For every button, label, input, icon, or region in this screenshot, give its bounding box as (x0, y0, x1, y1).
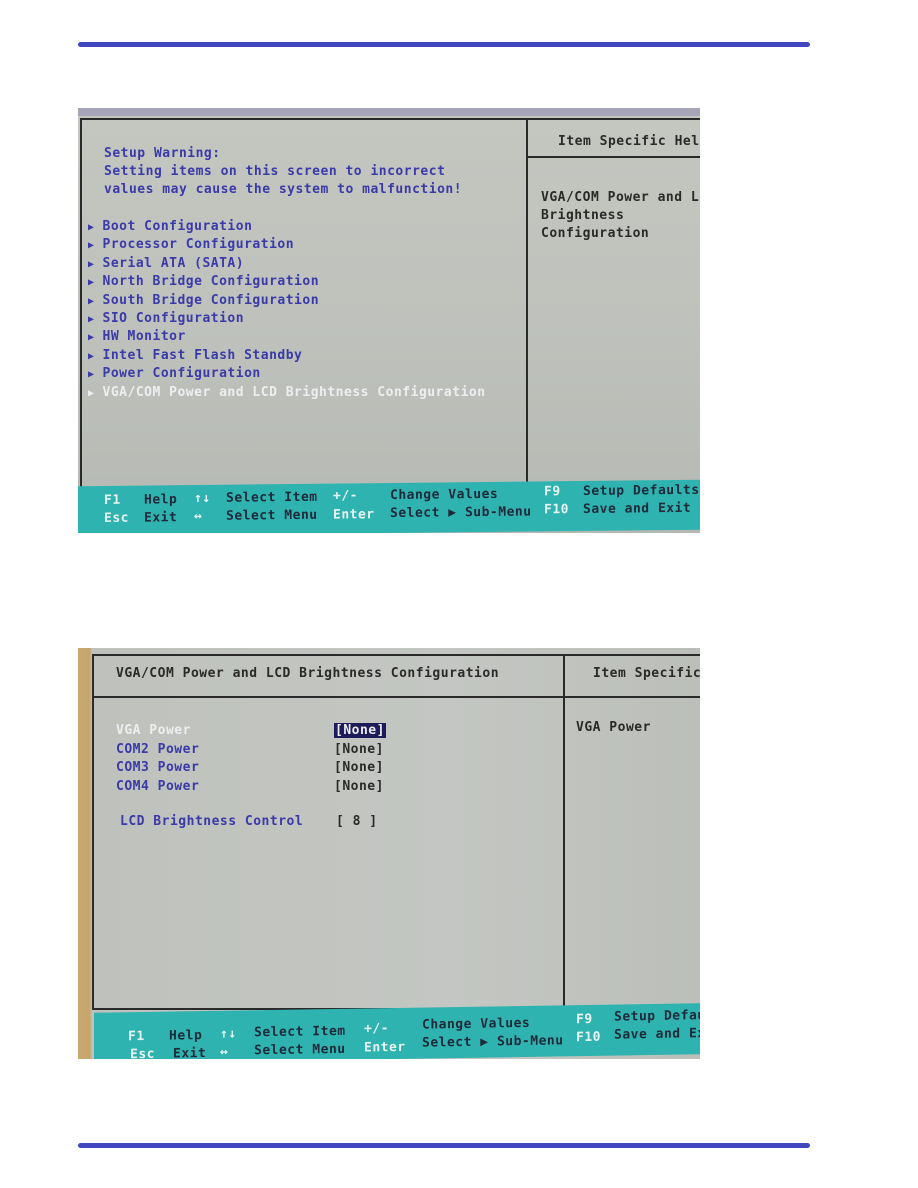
help-line: VGA/COM Power and LCD (541, 190, 700, 205)
advanced-menu-list: ▶ Boot Configuration ▶ Processor Configura… (88, 219, 486, 403)
menu-item-processor-configuration[interactable]: ▶ Processor Configuration (88, 237, 486, 255)
page-title: VGA/COM Power and LCD Brightness Configu… (116, 666, 500, 681)
submenu-arrow-icon: ▶ (88, 369, 95, 381)
screen-top-edge (78, 108, 700, 116)
key-help-label: Help (144, 492, 178, 508)
leftright-arrows-icon: ↔ (194, 508, 203, 525)
help-panel-divider (526, 120, 528, 488)
submenu-arrow-icon: ▶ (88, 295, 95, 307)
menu-item-power-configuration[interactable]: ▶ Power Configuration (88, 366, 486, 384)
setting-row-lcd-brightness[interactable]: LCD Brightness Control [ 8 ] (120, 814, 400, 829)
setting-value[interactable]: [None] (334, 760, 384, 775)
setting-row-com2-power[interactable]: COM2 Power [None] (116, 741, 383, 761)
warning-line-2: values may cause the system to malfuncti… (104, 182, 463, 197)
menu-item-hw-monitor[interactable]: ▶ HW Monitor (88, 329, 486, 347)
updown-arrows-icon: ↑↓ (220, 1026, 237, 1042)
submenu-arrow-icon: ▶ (88, 313, 95, 325)
key-setup-defaults-label: Setup Defaults (583, 482, 700, 499)
setting-label: LCD Brightness Control (120, 814, 304, 829)
key-legend-bar: F1 Help ↑↓ Select Item +/- Change Values… (94, 1003, 700, 1059)
key-exit-label: Exit (144, 510, 178, 526)
key-esc: Esc (104, 510, 129, 526)
settings-list: VGA Power [None] COM2 Power [None] COM3 … (116, 723, 386, 798)
menu-item-boot-configuration[interactable]: ▶ Boot Configuration (88, 219, 486, 237)
updown-arrows-icon: ↑↓ (194, 490, 211, 507)
setting-value[interactable]: [None] (334, 723, 386, 738)
help-panel-divider (563, 656, 565, 1006)
submenu-arrow-icon: ▶ (88, 332, 95, 344)
submenu-arrow-icon: ▶ (88, 222, 95, 233)
warning-line-1: Setting items on this screen to incorrec… (104, 164, 446, 179)
key-select-menu-label: Select Menu (254, 1041, 346, 1059)
key-save-exit-label: Save and Exit (583, 500, 692, 517)
help-panel-text: VGA Power (576, 720, 651, 735)
help-panel-title: Item Specific (593, 666, 700, 681)
leftright-arrows-icon: ↔ (220, 1044, 229, 1059)
key-change-values-label: Change Values (422, 1015, 531, 1033)
key-f1: F1 (104, 492, 121, 508)
setting-value[interactable]: [None] (334, 779, 384, 794)
key-f10: F10 (576, 1029, 601, 1046)
setting-label: COM3 Power (116, 760, 200, 775)
key-change-values-label: Change Values (390, 486, 499, 503)
key-setup-defaults-label: Setup Defau (614, 1008, 700, 1025)
key-select-item-label: Select Item (226, 489, 318, 506)
help-panel-text: VGA/COM Power and LCD Brightness Configu… (541, 189, 700, 243)
submenu-arrow-icon: ▶ (88, 350, 95, 362)
help-panel-title: Item Specific Help (558, 134, 700, 149)
submenu-arrow-icon: ▶ (88, 258, 95, 270)
bios-advanced-screen: Setup Warning: Setting items on this scr… (78, 108, 700, 533)
submenu-arrow-icon: ▶ (88, 277, 95, 289)
submenu-arrow-icon: ▶ (88, 387, 95, 399)
submenu-arrow-icon: ▶ (88, 240, 95, 252)
key-plus-minus: +/- (364, 1021, 389, 1037)
key-select-item-label: Select Item (254, 1023, 346, 1041)
bios-main-frame (92, 654, 700, 1010)
setting-value[interactable]: [None] (334, 742, 384, 757)
menu-item-intel-fast-flash-standby[interactable]: ▶ Intel Fast Flash Standby (88, 348, 486, 366)
menu-item-serial-ata[interactable]: ▶ Serial ATA (SATA) (88, 256, 486, 274)
key-select-submenu-label: Select ▶ Sub-Menu (390, 504, 532, 521)
key-save-exit-label: Save and Exi (614, 1026, 700, 1043)
setting-label: COM2 Power (116, 741, 200, 757)
key-enter: Enter (364, 1039, 406, 1056)
top-rule (78, 42, 810, 47)
setting-row-com4-power[interactable]: COM4 Power [None] (116, 778, 383, 798)
key-enter: Enter (333, 507, 375, 523)
key-select-menu-label: Select Menu (226, 507, 318, 524)
key-esc: Esc (130, 1046, 155, 1059)
setting-label: COM4 Power (116, 778, 200, 794)
warning-title: Setup Warning: (104, 146, 221, 161)
key-exit-label: Exit (173, 1045, 207, 1059)
bottom-rule (78, 1143, 810, 1148)
menu-item-north-bridge[interactable]: ▶ North Bridge Configuration (88, 274, 486, 292)
bios-vga-com-screen: VGA/COM Power and LCD Brightness Configu… (78, 648, 700, 1059)
key-select-submenu-label: Select ▶ Sub-Menu (422, 1033, 564, 1051)
header-divider (94, 696, 700, 698)
key-help-label: Help (169, 1028, 203, 1044)
help-line: Configuration (541, 226, 650, 241)
key-f10: F10 (544, 502, 569, 518)
menu-item-sio-configuration[interactable]: ▶ SIO Configuration (88, 311, 486, 329)
key-f9: F9 (544, 484, 561, 500)
menu-item-south-bridge[interactable]: ▶ South Bridge Configuration (88, 293, 486, 311)
key-plus-minus: +/- (333, 488, 358, 504)
setting-row-com3-power[interactable]: COM3 Power [None] (116, 760, 383, 779)
help-line: Brightness (541, 208, 625, 223)
setting-label: VGA Power (116, 723, 191, 738)
menu-item-vga-com-lcd-configuration[interactable]: ▶ VGA/COM Power and LCD Brightness Config… (88, 385, 486, 403)
setting-row-vga-power[interactable]: VGA Power [None] (116, 723, 386, 742)
key-f1: F1 (128, 1028, 145, 1045)
setting-value[interactable]: [ 8 ] (336, 814, 378, 829)
key-f9: F9 (576, 1011, 593, 1028)
key-legend-bar: F1 Help ↑↓ Select Item +/- Change Values… (78, 479, 700, 533)
help-header-divider (528, 156, 700, 158)
